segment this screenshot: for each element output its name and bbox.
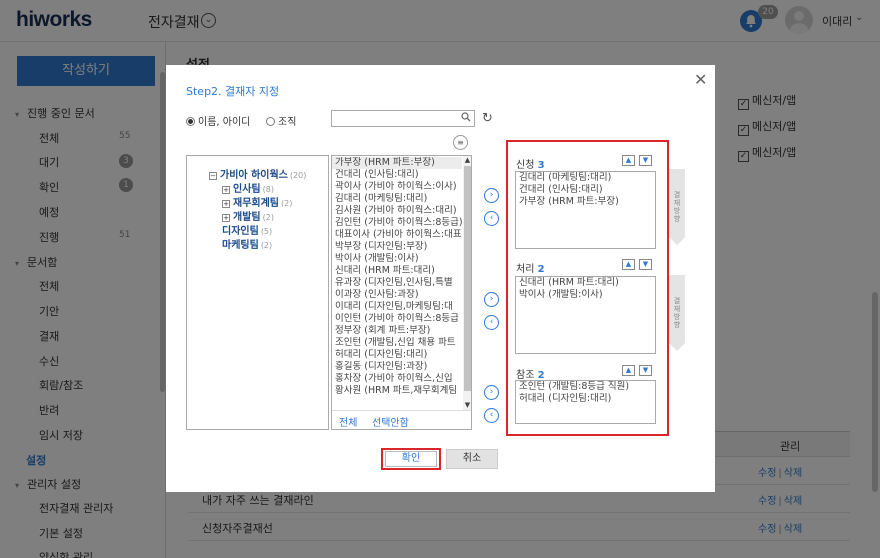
tree-node-marketing[interactable]: 마케팅팀 (2) [222,236,272,251]
tree-node-design[interactable]: 디자인팀 (5) [222,222,272,237]
search-input[interactable] [332,111,458,126]
radio-name-id[interactable]: 이름, 아이디 [186,113,250,128]
reference-list: 조인턴 (개발팀:8등급 직원) 허대리 (디자인팀:대리) [515,380,656,424]
add-to-reference-arrow-icon[interactable]: › [484,385,499,400]
list-item[interactable]: 홍차장 (가비아 하이웍스,신입 [332,373,462,385]
refresh-icon[interactable]: ↻ [482,111,493,126]
list-item[interactable]: 박부장 (디자인팀:부장) [332,241,462,253]
confirm-button[interactable]: 확인 [381,448,441,470]
list-item[interactable]: 이대리 (디자인팀,마케팅팀:대 [332,301,462,313]
list-item[interactable]: 김대리 (마케팅팀:대리) [332,193,462,205]
move-down-icon[interactable]: ▼ [639,259,652,270]
section-title-reference: 참조 2 [516,370,545,381]
list-item[interactable]: 이과장 (인사팀:과장) [332,289,462,301]
select-all-link[interactable]: 전체 [339,414,357,429]
tree-node-finance[interactable]: + 재무회계팀 (2) [222,194,292,209]
collapse-icon[interactable]: − [209,172,217,180]
org-tree: − 가비아 하이웍스 (20) + 인사팀 (8) + 재무회계팀 (2) + 개발팀 (2) … [186,155,329,430]
tree-node-dev[interactable]: + 개발팀 (2) [222,208,274,223]
list-item[interactable]: 김대리 (마케팅팀:대리) [516,172,655,184]
search-field[interactable] [331,110,475,127]
expand-icon[interactable]: + [222,200,230,208]
cancel-button[interactable]: 취소 [446,449,498,469]
list-item[interactable]: 조인턴 (개발팀,신입 채용 파트 [332,337,462,349]
list-item[interactable]: 박이사 (개발팀:이사) [516,289,655,301]
radio-checked-icon [186,117,195,126]
approval-line-sections: 신청 3 ▲ ▼ 김대리 (마케팅팀:대리) 건대리 (인사팀:대리) 가부장 … [506,140,669,436]
section-title-request: 신청 3 [516,160,545,171]
request-list: 김대리 (마케팅팀:대리) 건대리 (인사팀:대리) 가부장 (HRM 파트:부… [515,171,656,249]
radio-unchecked-icon [266,117,275,126]
list-item[interactable]: 가부장 (HRM 파트:부장) [332,157,462,169]
dialog-title: Step2. 결재자 지정 [186,85,280,98]
list-item[interactable]: 이인턴 (가비아 하이웍스:8등급 [332,313,462,325]
close-icon[interactable]: ✕ [694,70,707,89]
deselect-link[interactable]: 선택안함 [372,414,409,429]
approval-direction-arrow: 결재방향 [669,275,685,343]
list-item[interactable]: 정부장 (회계 파트:부장) [332,325,462,337]
list-item[interactable]: 황사원 (HRM 파트,재무회계팀 [332,385,462,397]
list-item[interactable]: 허대리 (디자인팀:대리) [516,393,655,405]
list-item[interactable]: 건대리 (인사팀:대리) [332,169,462,181]
expand-icon[interactable]: + [222,186,230,194]
move-up-icon[interactable]: ▲ [622,155,635,166]
sort-icon[interactable]: ≡ [453,135,468,150]
list-item[interactable]: 김사원 (가비아 하이웍스:대리) [332,205,462,217]
remove-from-process-arrow-icon[interactable]: ‹ [484,315,499,330]
direction-arrow-tip [669,343,685,351]
list-item[interactable]: 홍길동 (디자인팀:과장) [332,361,462,373]
expand-icon[interactable]: + [222,214,230,222]
list-item[interactable]: 신대리 (HRM 파트:대리) [516,277,655,289]
scroll-down-icon[interactable]: ▼ [463,401,471,409]
search-icon[interactable] [461,112,471,125]
direction-arrow-tip [669,237,685,245]
list-item[interactable]: 박이사 (개발팀:이사) [332,253,462,265]
list-item[interactable]: 유과장 (디자인팀,인사팀,특별 [332,277,462,289]
tree-node-hr[interactable]: + 인사팀 (8) [222,180,274,195]
remove-from-request-arrow-icon[interactable]: ‹ [484,211,499,226]
scroll-thumb[interactable] [464,166,471,391]
scroll-up-icon[interactable]: ▲ [463,156,471,164]
add-to-process-arrow-icon[interactable]: › [484,292,499,307]
move-down-icon[interactable]: ▼ [639,155,652,166]
list-item[interactable]: 신대리 (HRM 파트:대리) [332,265,462,277]
list-item[interactable]: 가부장 (HRM 파트:부장) [516,196,655,208]
move-up-icon[interactable]: ▲ [622,365,635,376]
member-list: 가부장 (HRM 파트:부장) 건대리 (인사팀:대리) 곽이사 (가비아 하이… [331,155,472,430]
list-item[interactable]: 건대리 (인사팀:대리) [516,184,655,196]
process-list: 신대리 (HRM 파트:대리) 박이사 (개발팀:이사) [515,276,656,354]
section-title-process: 처리 2 [516,264,545,275]
add-to-request-arrow-icon[interactable]: › [484,188,499,203]
radio-organization[interactable]: 조직 [266,113,296,128]
move-down-icon[interactable]: ▼ [639,365,652,376]
approver-dialog: Step2. 결재자 지정 ✕ 이름, 아이디 조직 ↻ ≡ − 가비아 하이웍스… [166,65,715,492]
list-item[interactable]: 곽이사 (가비아 하이웍스:이사) [332,181,462,193]
list-item[interactable]: 김인턴 (가비아 하이웍스:8등급) [332,217,462,229]
member-list-scrollbar[interactable]: ▲ ▼ [463,156,471,411]
tree-node-company[interactable]: − 가비아 하이웍스 (20) [209,166,306,181]
remove-from-reference-arrow-icon[interactable]: ‹ [484,408,499,423]
list-footer: 전체 선택안함 [332,410,471,429]
list-item[interactable]: 대표이사 (가비아 하이웍스:대표) [332,229,462,241]
approval-direction-arrow: 결재방향 [669,169,685,237]
list-item[interactable]: 조인턴 (개발팀:8등급 직원) [516,381,655,393]
move-up-icon[interactable]: ▲ [622,259,635,270]
list-item[interactable]: 허대리 (디자인팀:대리) [332,349,462,361]
